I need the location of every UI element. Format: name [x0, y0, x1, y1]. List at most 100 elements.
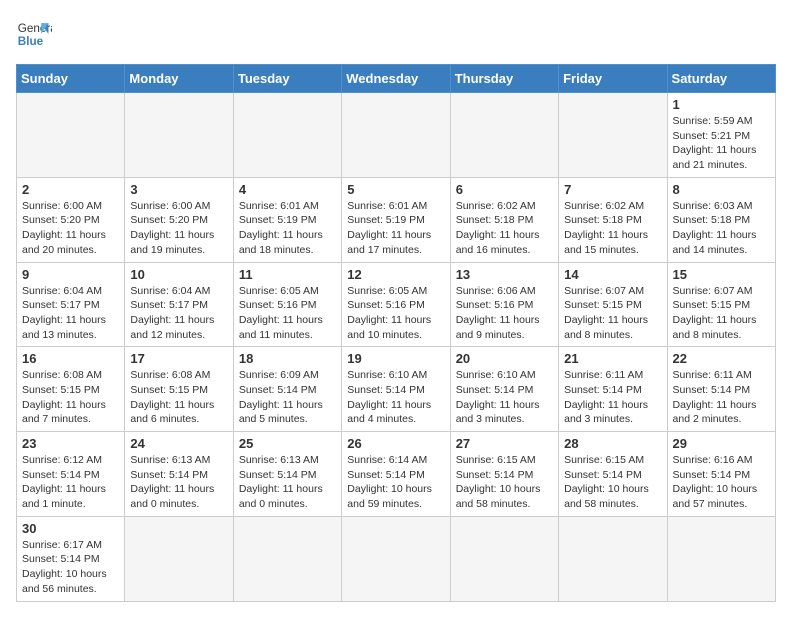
day-info: Sunrise: 6:15 AM Sunset: 5:14 PM Dayligh… — [456, 453, 553, 512]
day-of-week-header: Tuesday — [233, 65, 341, 93]
calendar-day-cell — [450, 516, 558, 601]
calendar-week-row: 9Sunrise: 6:04 AM Sunset: 5:17 PM Daylig… — [17, 262, 776, 347]
day-info: Sunrise: 6:07 AM Sunset: 5:15 PM Dayligh… — [564, 284, 661, 343]
calendar-day-cell: 15 Sunrise: 6:07 AM Sunset: 5:15 PM Dayli… — [667, 262, 775, 347]
day-of-week-header: Saturday — [667, 65, 775, 93]
calendar-table: SundayMondayTuesdayWednesdayThursdayFrid… — [16, 64, 776, 602]
day-info: Sunrise: 6:13 AM Sunset: 5:14 PM Dayligh… — [130, 453, 227, 512]
day-number: 30 — [22, 521, 119, 536]
day-number: 23 — [22, 436, 119, 451]
day-info: Sunrise: 5:59 AM Sunset: 5:21 PM Dayligh… — [673, 114, 770, 173]
day-of-week-header: Sunday — [17, 65, 125, 93]
svg-text:Blue: Blue — [18, 35, 44, 48]
calendar-day-cell — [559, 516, 667, 601]
day-number: 29 — [673, 436, 770, 451]
calendar-day-cell: 11 Sunrise: 6:05 AM Sunset: 5:16 PM Dayli… — [233, 262, 341, 347]
calendar-day-cell — [667, 516, 775, 601]
day-number: 2 — [22, 182, 119, 197]
day-info: Sunrise: 6:09 AM Sunset: 5:14 PM Dayligh… — [239, 368, 336, 427]
day-number: 21 — [564, 351, 661, 366]
calendar-day-cell: 14 Sunrise: 6:07 AM Sunset: 5:15 PM Dayli… — [559, 262, 667, 347]
calendar-day-cell — [342, 93, 450, 178]
calendar-day-cell: 17 Sunrise: 6:08 AM Sunset: 5:15 PM Dayli… — [125, 347, 233, 432]
day-number: 13 — [456, 267, 553, 282]
calendar-day-cell: 19Sunrise: 6:10 AM Sunset: 5:14 PM Dayli… — [342, 347, 450, 432]
calendar-day-cell: 9Sunrise: 6:04 AM Sunset: 5:17 PM Daylig… — [17, 262, 125, 347]
calendar-day-cell: 6 Sunrise: 6:02 AM Sunset: 5:18 PM Daylig… — [450, 177, 558, 262]
day-info: Sunrise: 6:08 AM Sunset: 5:15 PM Dayligh… — [22, 368, 119, 427]
calendar-day-cell: 12 Sunrise: 6:05 AM Sunset: 5:16 PM Dayli… — [342, 262, 450, 347]
day-info: Sunrise: 6:03 AM Sunset: 5:18 PM Dayligh… — [673, 199, 770, 258]
calendar-day-cell — [450, 93, 558, 178]
day-info: Sunrise: 6:11 AM Sunset: 5:14 PM Dayligh… — [673, 368, 770, 427]
calendar-day-cell: 29Sunrise: 6:16 AM Sunset: 5:14 PM Dayli… — [667, 432, 775, 517]
calendar-day-cell: 27 Sunrise: 6:15 AM Sunset: 5:14 PM Dayli… — [450, 432, 558, 517]
day-number: 14 — [564, 267, 661, 282]
day-number: 12 — [347, 267, 444, 282]
day-number: 24 — [130, 436, 227, 451]
calendar-week-row: 16 Sunrise: 6:08 AM Sunset: 5:15 PM Dayli… — [17, 347, 776, 432]
day-number: 6 — [456, 182, 553, 197]
day-number: 8 — [673, 182, 770, 197]
day-number: 18 — [239, 351, 336, 366]
day-number: 28 — [564, 436, 661, 451]
day-info: Sunrise: 6:12 AM Sunset: 5:14 PM Dayligh… — [22, 453, 119, 512]
day-info: Sunrise: 6:14 AM Sunset: 5:14 PM Dayligh… — [347, 453, 444, 512]
day-info: Sunrise: 6:17 AM Sunset: 5:14 PM Dayligh… — [22, 538, 119, 597]
day-info: Sunrise: 6:01 AM Sunset: 5:19 PM Dayligh… — [347, 199, 444, 258]
logo-icon: General Blue — [16, 16, 52, 52]
calendar-day-cell: 7 Sunrise: 6:02 AM Sunset: 5:18 PM Daylig… — [559, 177, 667, 262]
day-info: Sunrise: 6:05 AM Sunset: 5:16 PM Dayligh… — [347, 284, 444, 343]
calendar-day-cell — [125, 516, 233, 601]
day-of-week-header: Wednesday — [342, 65, 450, 93]
logo: General Blue — [16, 16, 52, 52]
calendar-day-cell: 16 Sunrise: 6:08 AM Sunset: 5:15 PM Dayli… — [17, 347, 125, 432]
day-number: 19 — [347, 351, 444, 366]
day-number: 26 — [347, 436, 444, 451]
calendar-week-row: 23 Sunrise: 6:12 AM Sunset: 5:14 PM Dayli… — [17, 432, 776, 517]
calendar-week-row: 1Sunrise: 5:59 AM Sunset: 5:21 PM Daylig… — [17, 93, 776, 178]
calendar-day-cell: 23 Sunrise: 6:12 AM Sunset: 5:14 PM Dayli… — [17, 432, 125, 517]
calendar-day-cell: 25 Sunrise: 6:13 AM Sunset: 5:14 PM Dayli… — [233, 432, 341, 517]
calendar-day-cell: 2Sunrise: 6:00 AM Sunset: 5:20 PM Daylig… — [17, 177, 125, 262]
day-number: 17 — [130, 351, 227, 366]
day-info: Sunrise: 6:10 AM Sunset: 5:14 PM Dayligh… — [456, 368, 553, 427]
day-info: Sunrise: 6:05 AM Sunset: 5:16 PM Dayligh… — [239, 284, 336, 343]
calendar-day-cell: 10Sunrise: 6:04 AM Sunset: 5:17 PM Dayli… — [125, 262, 233, 347]
calendar-day-cell: 4 Sunrise: 6:01 AM Sunset: 5:19 PM Daylig… — [233, 177, 341, 262]
day-info: Sunrise: 6:04 AM Sunset: 5:17 PM Dayligh… — [22, 284, 119, 343]
day-info: Sunrise: 6:06 AM Sunset: 5:16 PM Dayligh… — [456, 284, 553, 343]
day-info: Sunrise: 6:13 AM Sunset: 5:14 PM Dayligh… — [239, 453, 336, 512]
day-info: Sunrise: 6:02 AM Sunset: 5:18 PM Dayligh… — [564, 199, 661, 258]
day-number: 3 — [130, 182, 227, 197]
calendar-day-cell: 5 Sunrise: 6:01 AM Sunset: 5:19 PM Daylig… — [342, 177, 450, 262]
day-number: 22 — [673, 351, 770, 366]
calendar-day-cell: 13 Sunrise: 6:06 AM Sunset: 5:16 PM Dayli… — [450, 262, 558, 347]
day-number: 5 — [347, 182, 444, 197]
calendar-header-row: SundayMondayTuesdayWednesdayThursdayFrid… — [17, 65, 776, 93]
calendar-day-cell: 30 Sunrise: 6:17 AM Sunset: 5:14 PM Dayli… — [17, 516, 125, 601]
day-info: Sunrise: 6:02 AM Sunset: 5:18 PM Dayligh… — [456, 199, 553, 258]
day-number: 27 — [456, 436, 553, 451]
day-info: Sunrise: 6:15 AM Sunset: 5:14 PM Dayligh… — [564, 453, 661, 512]
day-number: 16 — [22, 351, 119, 366]
day-number: 25 — [239, 436, 336, 451]
day-info: Sunrise: 6:01 AM Sunset: 5:19 PM Dayligh… — [239, 199, 336, 258]
day-number: 10 — [130, 267, 227, 282]
calendar-week-row: 30 Sunrise: 6:17 AM Sunset: 5:14 PM Dayli… — [17, 516, 776, 601]
day-number: 15 — [673, 267, 770, 282]
day-info: Sunrise: 6:11 AM Sunset: 5:14 PM Dayligh… — [564, 368, 661, 427]
calendar-day-cell: 8 Sunrise: 6:03 AM Sunset: 5:18 PM Daylig… — [667, 177, 775, 262]
calendar-day-cell: 26 Sunrise: 6:14 AM Sunset: 5:14 PM Dayli… — [342, 432, 450, 517]
calendar-day-cell: 28 Sunrise: 6:15 AM Sunset: 5:14 PM Dayli… — [559, 432, 667, 517]
calendar-day-cell — [342, 516, 450, 601]
day-info: Sunrise: 6:08 AM Sunset: 5:15 PM Dayligh… — [130, 368, 227, 427]
day-number: 11 — [239, 267, 336, 282]
day-info: Sunrise: 6:07 AM Sunset: 5:15 PM Dayligh… — [673, 284, 770, 343]
calendar-day-cell: 24 Sunrise: 6:13 AM Sunset: 5:14 PM Dayli… — [125, 432, 233, 517]
calendar-day-cell: 21 Sunrise: 6:11 AM Sunset: 5:14 PM Dayli… — [559, 347, 667, 432]
calendar-day-cell: 1Sunrise: 5:59 AM Sunset: 5:21 PM Daylig… — [667, 93, 775, 178]
day-number: 7 — [564, 182, 661, 197]
day-number: 4 — [239, 182, 336, 197]
day-of-week-header: Monday — [125, 65, 233, 93]
